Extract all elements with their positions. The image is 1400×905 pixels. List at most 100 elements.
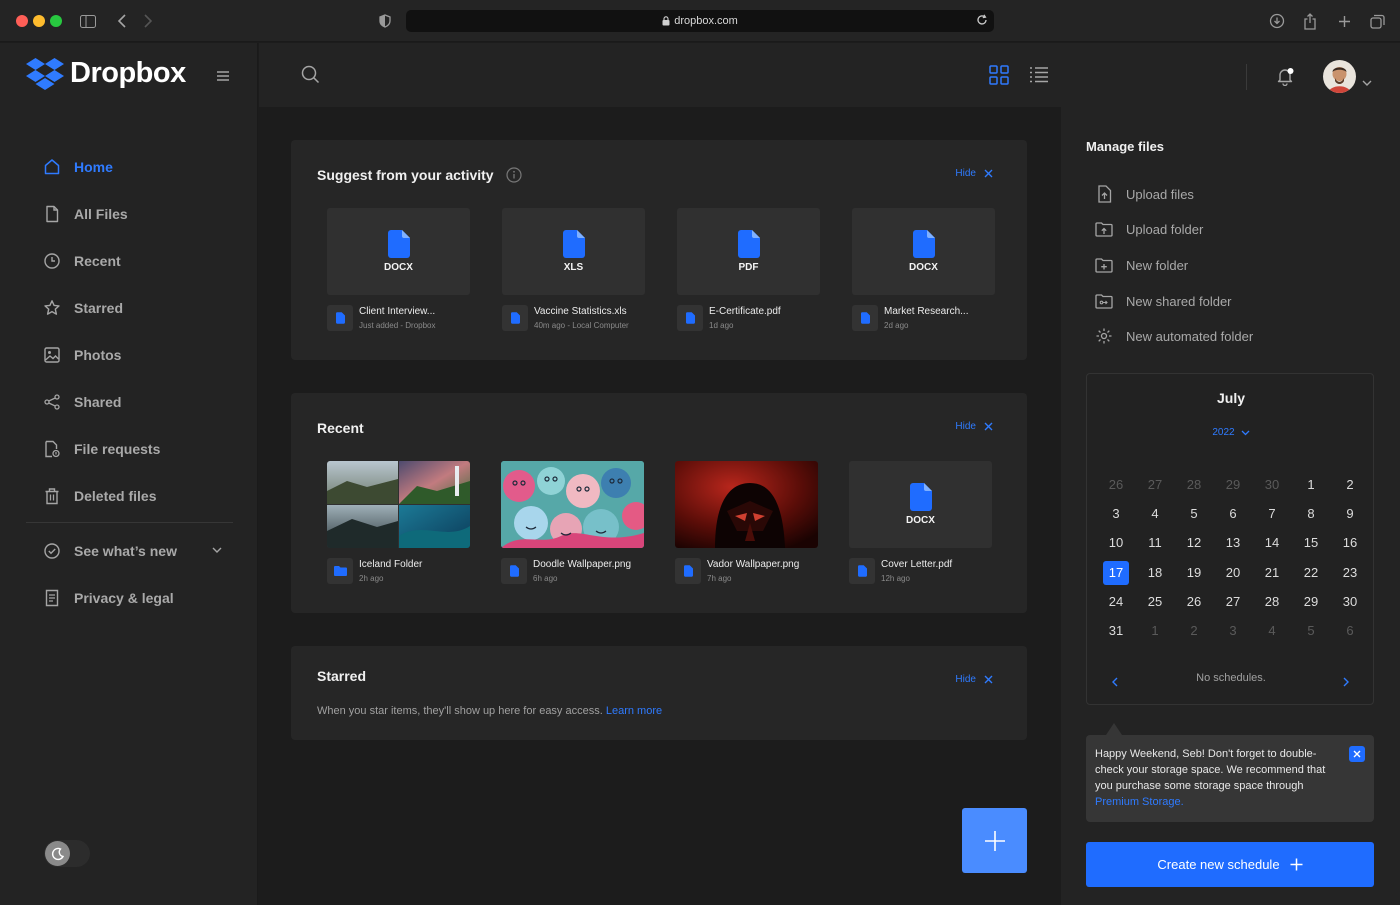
calendar-day[interactable]: 14 bbox=[1259, 532, 1285, 554]
calendar-day[interactable]: 5 bbox=[1298, 620, 1324, 642]
calendar-day[interactable]: 6 bbox=[1220, 503, 1246, 525]
calendar-day[interactable]: 6 bbox=[1337, 620, 1363, 642]
close-window-button[interactable] bbox=[16, 15, 28, 27]
sidebar-item-home[interactable]: Home bbox=[42, 155, 113, 179]
calendar-day[interactable]: 23 bbox=[1337, 562, 1363, 584]
calendar-day[interactable]: 19 bbox=[1181, 562, 1207, 584]
calendar-day[interactable]: 21 bbox=[1259, 562, 1285, 584]
learn-more-link[interactable]: Learn more bbox=[606, 705, 662, 717]
new-tab-icon[interactable] bbox=[1334, 11, 1354, 31]
calendar-day[interactable]: 30 bbox=[1337, 591, 1363, 613]
new-folder-button[interactable]: New folder bbox=[1095, 254, 1188, 276]
upload-folder-button[interactable]: Upload folder bbox=[1095, 218, 1203, 240]
calendar-day[interactable]: 5 bbox=[1181, 503, 1207, 525]
calendar-day[interactable]: 25 bbox=[1142, 591, 1168, 613]
recent-card[interactable]: Doodle Wallpaper.png 6h ago bbox=[501, 461, 644, 584]
tab-overview-icon[interactable] bbox=[1367, 11, 1387, 31]
calendar-day[interactable]: 7 bbox=[1259, 503, 1285, 525]
suggest-hide-button[interactable]: Hide bbox=[955, 168, 993, 179]
calendar-day[interactable]: 13 bbox=[1220, 532, 1246, 554]
sidebar-item-shared[interactable]: Shared bbox=[42, 390, 121, 414]
notification-bell-icon[interactable] bbox=[1276, 67, 1294, 91]
suggest-card[interactable]: DOCX Market Research... 2d ago bbox=[852, 208, 995, 331]
calendar-day[interactable]: 22 bbox=[1298, 562, 1324, 584]
file-subtitle: 1d ago bbox=[709, 321, 734, 330]
sidebar-item-starred[interactable]: Starred bbox=[42, 296, 123, 320]
calendar-day[interactable]: 26 bbox=[1181, 591, 1207, 613]
sidebar-item-privacy[interactable]: Privacy & legal bbox=[42, 586, 174, 610]
search-icon[interactable] bbox=[301, 65, 320, 89]
list-view-icon[interactable] bbox=[1029, 66, 1049, 89]
calendar-day[interactable]: 31 bbox=[1103, 620, 1129, 642]
sidebar-item-deleted-files[interactable]: Deleted files bbox=[42, 484, 156, 508]
calendar-day[interactable]: 8 bbox=[1298, 503, 1324, 525]
info-icon[interactable] bbox=[505, 167, 522, 183]
share-icon[interactable] bbox=[1300, 11, 1320, 31]
suggest-card[interactable]: DOCX Client Interview... Just added - Dro… bbox=[327, 208, 470, 331]
upload-files-button[interactable]: Upload files bbox=[1095, 183, 1194, 205]
grid-view-icon[interactable] bbox=[989, 65, 1009, 90]
calendar-day[interactable]: 11 bbox=[1142, 532, 1168, 554]
whats-new-toggle[interactable]: See what’s new bbox=[42, 539, 222, 563]
calendar-day[interactable]: 10 bbox=[1103, 532, 1129, 554]
chevron-down-icon[interactable] bbox=[1362, 73, 1372, 91]
year-select[interactable]: 2022 bbox=[1087, 427, 1375, 438]
moon-icon bbox=[45, 841, 70, 866]
calendar-day[interactable]: 4 bbox=[1142, 503, 1168, 525]
minimize-window-button[interactable] bbox=[33, 15, 45, 27]
next-month-icon[interactable] bbox=[1343, 674, 1350, 692]
privacy-shield-icon[interactable] bbox=[375, 11, 395, 31]
add-button[interactable] bbox=[962, 808, 1027, 873]
recent-card[interactable]: Vador Wallpaper.png 7h ago bbox=[675, 461, 818, 584]
menu-icon[interactable] bbox=[216, 69, 230, 87]
calendar-day[interactable]: 2 bbox=[1337, 474, 1363, 496]
back-arrow-icon[interactable] bbox=[112, 11, 132, 31]
recent-card[interactable]: Iceland Folder 2h ago bbox=[327, 461, 470, 584]
recent-hide-button[interactable]: Hide bbox=[955, 421, 993, 432]
calendar-day[interactable]: 16 bbox=[1337, 532, 1363, 554]
calendar-day[interactable]: 28 bbox=[1259, 591, 1285, 613]
calendar-day[interactable]: 15 bbox=[1298, 532, 1324, 554]
calendar-day[interactable]: 3 bbox=[1103, 503, 1129, 525]
calendar-day[interactable]: 3 bbox=[1220, 620, 1246, 642]
theme-toggle[interactable] bbox=[44, 840, 90, 867]
calendar-day[interactable]: 1 bbox=[1298, 474, 1324, 496]
calendar-day[interactable]: 9 bbox=[1337, 503, 1363, 525]
sidebar-item-file-requests[interactable]: File requests bbox=[42, 437, 160, 461]
suggest-card[interactable]: PDF E-Certificate.pdf 1d ago bbox=[677, 208, 820, 331]
download-icon[interactable] bbox=[1267, 11, 1287, 31]
recent-card[interactable]: DOCX Cover Letter.pdf 12h ago bbox=[849, 461, 992, 584]
calendar-day[interactable]: 27 bbox=[1142, 474, 1168, 496]
calendar-day[interactable]: 20 bbox=[1220, 562, 1246, 584]
address-bar[interactable]: dropbox.com bbox=[406, 10, 994, 32]
calendar-day[interactable]: 29 bbox=[1298, 591, 1324, 613]
avatar[interactable] bbox=[1323, 60, 1356, 93]
calendar-day[interactable]: 27 bbox=[1220, 591, 1246, 613]
sidebar-item-photos[interactable]: Photos bbox=[42, 343, 121, 367]
calendar-day[interactable]: 4 bbox=[1259, 620, 1285, 642]
maximize-window-button[interactable] bbox=[50, 15, 62, 27]
calendar-day[interactable]: 12 bbox=[1181, 532, 1207, 554]
create-schedule-button[interactable]: Create new schedule bbox=[1086, 842, 1374, 887]
starred-hide-button[interactable]: Hide bbox=[955, 674, 993, 685]
sidebar-toggle-icon[interactable] bbox=[78, 11, 98, 31]
calendar-day[interactable]: 24 bbox=[1103, 591, 1129, 613]
premium-storage-link[interactable]: Premium Storage. bbox=[1095, 796, 1184, 808]
new-shared-folder-button[interactable]: New shared folder bbox=[1095, 290, 1232, 312]
calendar-day[interactable]: 2 bbox=[1181, 620, 1207, 642]
suggest-card[interactable]: XLS Vaccine Statistics.xls 40m ago - Loca… bbox=[502, 208, 645, 331]
calendar-day[interactable]: 26 bbox=[1103, 474, 1129, 496]
reload-icon[interactable] bbox=[976, 14, 988, 26]
new-automated-folder-button[interactable]: New automated folder bbox=[1095, 325, 1253, 347]
forward-arrow-icon[interactable] bbox=[138, 11, 158, 31]
calendar-day[interactable]: 1 bbox=[1142, 620, 1168, 642]
close-tip-button[interactable] bbox=[1349, 746, 1365, 762]
sidebar-item-recent[interactable]: Recent bbox=[42, 249, 121, 273]
calendar-day[interactable]: 28 bbox=[1181, 474, 1207, 496]
calendar-day[interactable]: 30 bbox=[1259, 474, 1285, 496]
calendar-day[interactable]: 29 bbox=[1220, 474, 1246, 496]
dropbox-logo[interactable]: Dropbox bbox=[26, 57, 186, 90]
calendar-day[interactable]: 18 bbox=[1142, 562, 1168, 584]
calendar-day[interactable]: 17 bbox=[1103, 560, 1129, 585]
sidebar-item-all-files[interactable]: All Files bbox=[42, 202, 128, 226]
